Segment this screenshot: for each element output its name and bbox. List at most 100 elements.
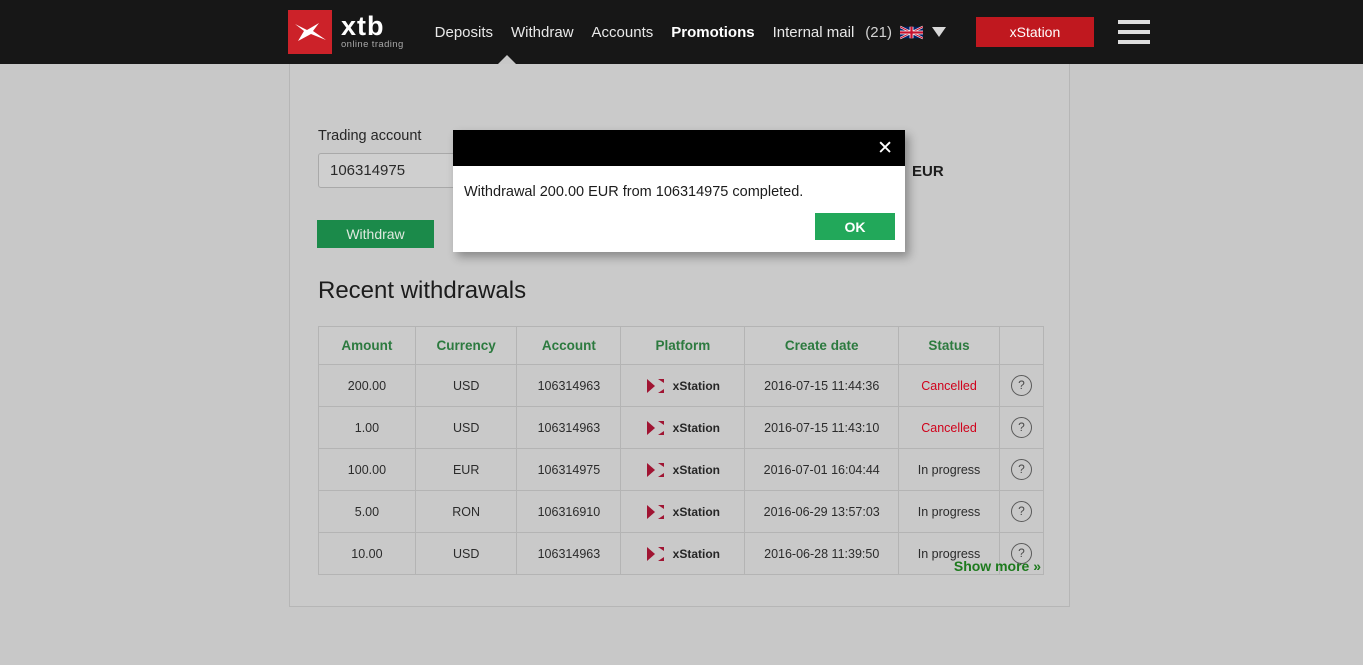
column-header-help (999, 326, 1044, 365)
xtb-logo-mark-icon (288, 10, 332, 54)
cell-status: In progress (898, 490, 1001, 533)
cell-amount: 100.00 (318, 448, 416, 491)
column-header-account[interactable]: Account (516, 326, 622, 365)
nav-item-accounts[interactable]: Accounts (583, 24, 663, 41)
cell-help: ? (999, 490, 1044, 533)
cell-status: In progress (898, 448, 1001, 491)
platform-cell: xStation (625, 546, 740, 561)
platform-label: xStation (672, 546, 720, 561)
top-navigation-bar: xtb online trading Deposits Withdraw Acc… (0, 0, 1363, 64)
withdraw-submit-button[interactable]: Withdraw (317, 220, 434, 248)
cell-create-date: 2016-07-15 11:43:10 (744, 406, 900, 449)
xtb-logo-text: xtb online trading (341, 10, 404, 51)
cell-currency: EUR (414, 448, 518, 491)
help-icon[interactable]: ? (1011, 375, 1033, 396)
column-header-amount[interactable]: Amount (318, 326, 416, 365)
status-badge: In progress (917, 504, 981, 519)
page-body: Trading account 106314975 EUR Recent wit… (0, 64, 1363, 665)
table-row: 5.00 RON 106316910 xStation 2016-06-29 13:57… (318, 490, 1044, 533)
status-badge: In progress (917, 462, 981, 477)
cell-amount: 10.00 (318, 532, 416, 575)
xstation-button[interactable]: xStation (975, 17, 1094, 47)
cell-amount: 1.00 (318, 406, 416, 449)
status-badge: Cancelled (921, 378, 977, 393)
cell-amount: 200.00 (318, 364, 416, 407)
cell-account: 106316910 (516, 490, 622, 533)
modal-footer: OK (815, 213, 895, 240)
column-header-platform[interactable]: Platform (620, 326, 746, 365)
column-header-create-date[interactable]: Create date (744, 326, 900, 365)
cell-status: Cancelled (898, 406, 1001, 449)
xtb-logo-tagline: online trading (341, 38, 404, 50)
xstation-platform-icon (646, 546, 673, 561)
active-nav-pointer-icon (498, 55, 516, 64)
nav-links: Deposits Withdraw Accounts Promotions In… (426, 24, 946, 41)
xstation-platform-icon (646, 462, 673, 477)
cell-create-date: 2016-07-15 11:44:36 (744, 364, 900, 407)
platform-label: xStation (672, 462, 720, 477)
platform-cell: xStation (625, 420, 740, 435)
column-header-currency[interactable]: Currency (414, 326, 518, 365)
table-row: 100.00 EUR 106314975 xStation 2016-07-01 16:… (318, 448, 1044, 491)
cell-account: 106314963 (516, 364, 622, 407)
platform-cell: xStation (625, 504, 740, 519)
cell-platform: xStation (620, 406, 746, 449)
show-more-link[interactable]: Show more » (954, 558, 1041, 574)
help-icon[interactable]: ? (1011, 417, 1033, 438)
table-row: 10.00 USD 106314963 xStation 2016-06-28 11:3… (318, 532, 1044, 575)
help-icon[interactable]: ? (1011, 459, 1033, 480)
nav-item-withdraw[interactable]: Withdraw (502, 24, 583, 41)
table-row: 200.00 USD 106314963 xStation 2016-07-15 11:… (318, 364, 1044, 407)
cell-currency: RON (414, 490, 518, 533)
xstation-platform-icon (646, 420, 673, 435)
cell-account: 106314963 (516, 532, 622, 575)
internal-mail-count: (21) (865, 23, 892, 41)
cell-account: 106314975 (516, 448, 622, 491)
app-root: xtb online trading Deposits Withdraw Acc… (0, 0, 1363, 665)
column-header-status[interactable]: Status (898, 326, 1001, 365)
cell-status: Cancelled (898, 364, 1001, 407)
recent-withdrawals-title: Recent withdrawals (318, 277, 527, 304)
status-badge: Cancelled (921, 420, 977, 435)
nav-item-internal-mail[interactable]: Internal mail (764, 24, 864, 41)
uk-flag-icon (899, 25, 923, 39)
table-body: 200.00 USD 106314963 xStation 2016-07-15 11:… (318, 364, 1044, 575)
xstation-platform-icon (646, 504, 673, 519)
cell-currency: USD (414, 532, 518, 575)
nav-inner: xtb online trading Deposits Withdraw Acc… (288, 0, 1150, 64)
chevron-down-icon (931, 27, 946, 37)
cell-help: ? (999, 406, 1044, 449)
modal-header: ✕ (453, 130, 905, 166)
nav-item-deposits[interactable]: Deposits (426, 24, 502, 41)
hamburger-bar (1117, 40, 1150, 44)
cell-account: 106314963 (516, 406, 622, 449)
xtb-logo-word: xtb (341, 10, 385, 41)
help-icon[interactable]: ? (1011, 501, 1033, 522)
xtb-logo[interactable]: xtb online trading (288, 9, 404, 55)
hamburger-menu-icon[interactable] (1117, 20, 1150, 44)
cell-help: ? (999, 364, 1044, 407)
table-header-row: Amount Currency Account Platform Create … (318, 326, 1044, 365)
platform-label: xStation (672, 504, 720, 519)
table-row: 1.00 USD 106314963 xStation 2016-07-15 11:43… (318, 406, 1044, 449)
nav-item-promotions[interactable]: Promotions (662, 24, 763, 41)
modal-message: Withdrawal 200.00 EUR from 106314975 com… (464, 184, 804, 200)
xstation-platform-icon (646, 378, 673, 393)
recent-withdrawals-table: Amount Currency Account Platform Create … (318, 326, 1044, 575)
platform-cell: xStation (625, 462, 740, 477)
cell-create-date: 2016-06-28 11:39:50 (744, 532, 900, 575)
modal-ok-button[interactable]: OK (815, 213, 895, 240)
close-icon[interactable]: ✕ (877, 139, 893, 158)
cell-currency: USD (414, 406, 518, 449)
cell-platform: xStation (620, 532, 746, 575)
cell-create-date: 2016-07-01 16:04:44 (744, 448, 900, 491)
cell-create-date: 2016-06-29 13:57:03 (744, 490, 900, 533)
withdrawal-confirmation-modal: ✕ Withdrawal 200.00 EUR from 106314975 c… (453, 130, 905, 252)
language-selector[interactable] (899, 25, 946, 40)
hamburger-bar (1117, 30, 1150, 34)
cell-amount: 5.00 (318, 490, 416, 533)
platform-label: xStation (672, 420, 720, 435)
cell-platform: xStation (620, 364, 746, 407)
cell-platform: xStation (620, 490, 746, 533)
hamburger-bar (1117, 20, 1150, 24)
